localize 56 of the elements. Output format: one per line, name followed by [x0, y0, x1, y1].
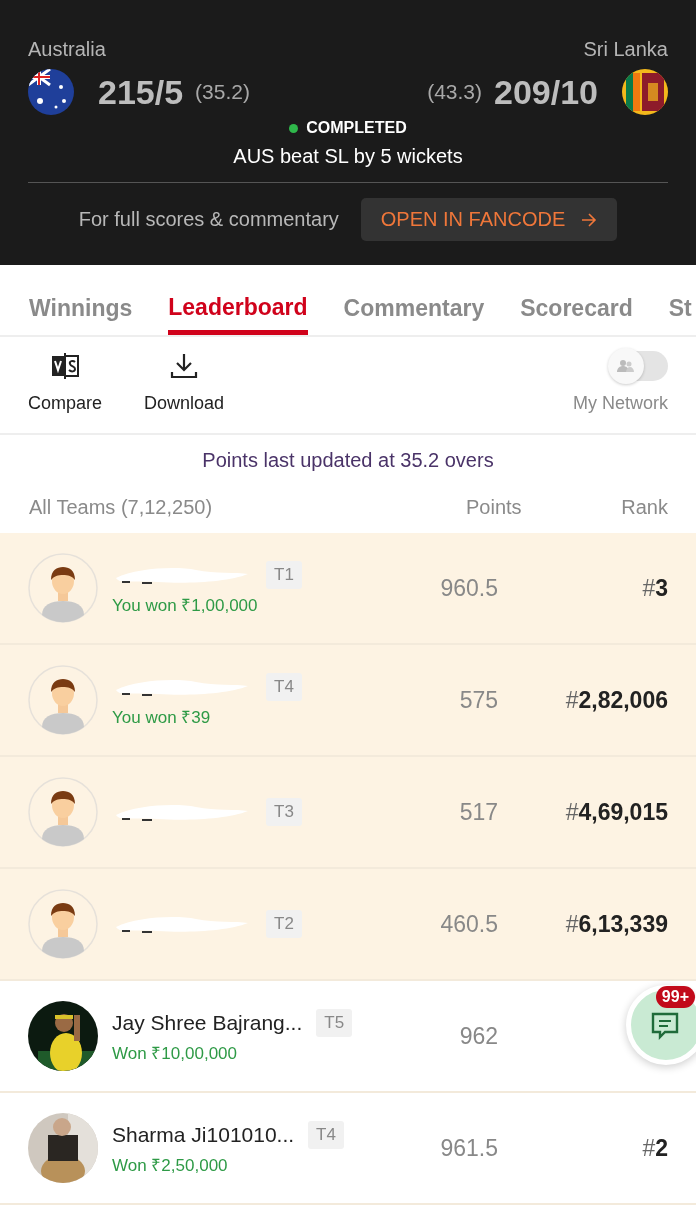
flag-icon — [28, 69, 74, 115]
overs-count: (35.2) — [195, 80, 250, 104]
team-tag: T2 — [266, 910, 302, 938]
overs-count: (43.3) — [427, 80, 482, 104]
versus-icon — [50, 351, 80, 381]
team-tag: T4 — [266, 672, 302, 701]
people-icon — [617, 359, 635, 373]
status-label: COMPLETED — [289, 119, 407, 137]
team-tag: T5 — [316, 1008, 353, 1037]
download-button[interactable]: Download — [144, 351, 225, 414]
leaderboard-row[interactable]: T4 You won ₹39 575 #2,82,006 — [0, 645, 696, 757]
avatar-icon — [28, 777, 98, 847]
points-value: 961.5 — [439, 1134, 498, 1162]
winnings-text: You won ₹1,00,000 — [112, 594, 259, 616]
rank-value: #3 — [642, 574, 668, 601]
winnings-text: Won ₹10,00,000 — [112, 1042, 238, 1064]
winnings-text: You won ₹39 — [112, 706, 212, 728]
rank-value: #2 — [642, 1134, 668, 1161]
flag-icon — [622, 69, 668, 115]
points-value: 460.5 — [439, 910, 498, 938]
rank-value: #2,82,006 — [565, 686, 668, 713]
points-value: 517 — [458, 798, 498, 826]
update-note: Points last updated at 35.2 overs — [202, 448, 494, 473]
download-icon — [169, 351, 200, 381]
rank-value: #6,13,339 — [565, 910, 668, 937]
promo-text: For full scores & commentary — [78, 208, 339, 231]
tab[interactable]: Leaderboard — [168, 265, 308, 335]
points-value: 962 — [458, 1022, 498, 1050]
points-value: 960.5 — [439, 574, 498, 602]
column-header: All Teams (7,12,250) — [29, 496, 214, 519]
arrow-icon — [581, 212, 598, 227]
team-name: Australia — [28, 38, 106, 61]
team-tag: T4 — [308, 1120, 344, 1149]
notification-badge: 99+ — [655, 986, 695, 1008]
team-tag: T3 — [266, 798, 302, 826]
toggle-label: My Network — [573, 393, 668, 414]
column-header: Points — [466, 496, 523, 519]
leaderboard-row[interactable]: T3 517 #4,69,015 — [0, 757, 696, 869]
points-value: 575 — [458, 686, 498, 714]
result-text: AUS beat SL by 5 wickets — [233, 145, 463, 168]
team-tag: T1 — [266, 560, 302, 589]
rank-value: #4,69,015 — [565, 798, 668, 825]
avatar-icon — [28, 553, 98, 623]
avatar-icon — [28, 889, 98, 959]
team-name: Sri Lanka — [583, 38, 668, 61]
team-owner-name: Jay Shree Bajrang... — [112, 1010, 303, 1035]
leaderboard-row[interactable]: T2 460.5 #6,13,339 — [0, 869, 696, 981]
compare-button[interactable]: Compare — [28, 351, 103, 414]
winnings-text: Won ₹2,50,000 — [112, 1154, 229, 1176]
team-score: 215/5 — [98, 72, 184, 112]
team-score: 209/10 — [494, 72, 598, 112]
open-app-button[interactable]: OPEN IN FANCODE — [360, 198, 618, 241]
avatar-icon — [28, 665, 98, 735]
leaderboard-row[interactable]: T1 You won ₹1,00,000 960.5 #3 — [0, 533, 696, 645]
column-header: Rank — [620, 496, 668, 519]
team-owner-name: Sharma Ji101010... — [112, 1122, 295, 1147]
